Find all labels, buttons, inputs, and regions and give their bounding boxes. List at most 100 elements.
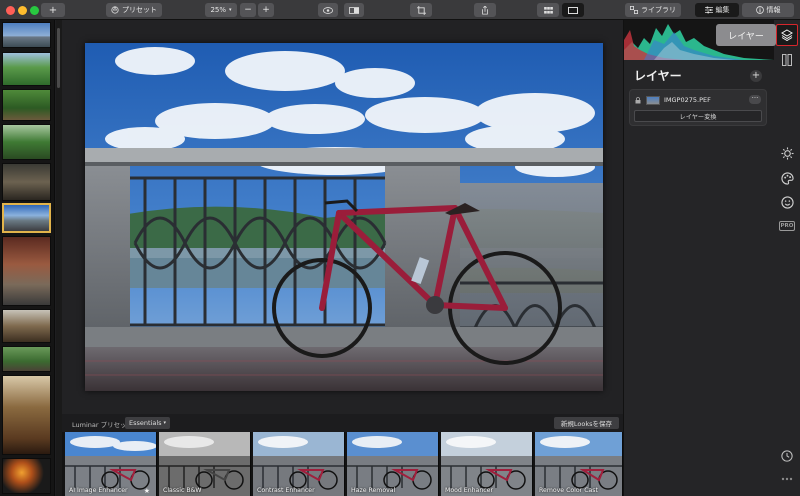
layers-icon <box>781 29 793 41</box>
preset-contrast-enhancer[interactable]: Contrast Enhancer <box>253 432 345 496</box>
presets-label: プリセット <box>122 6 157 14</box>
bicycle-photo <box>85 43 603 391</box>
plus-icon: + <box>48 4 58 16</box>
share-icon <box>482 5 488 14</box>
sliders-icon <box>704 6 713 14</box>
filmstrip-thumbnail[interactable] <box>2 458 51 494</box>
layers-button[interactable] <box>776 24 798 46</box>
filmstrip-thumbnail[interactable] <box>2 163 51 201</box>
lock-icon[interactable] <box>635 97 641 104</box>
more-options-button[interactable] <box>779 474 795 484</box>
top-toolbar: + プリセット 25% ▾ − + ライブラリ 編集 情報 <box>0 0 800 20</box>
filmstrip-thumbnail[interactable] <box>2 124 51 160</box>
share-button[interactable] <box>474 3 496 17</box>
crop-icon <box>416 5 426 15</box>
info-tab[interactable]: 情報 <box>742 3 794 17</box>
layers-panel-title: レイヤー <box>634 69 682 83</box>
presets-category-value: Essentials <box>129 419 162 427</box>
history-button[interactable] <box>779 448 795 464</box>
preset-classic-bw[interactable]: Classic B&W <box>159 432 251 496</box>
filmstrip-thumbnail[interactable] <box>2 375 51 455</box>
filmstrip-thumbnail[interactable] <box>2 22 51 48</box>
save-new-look-button[interactable]: 新規Looksを保存 <box>553 417 619 429</box>
grid-view-button[interactable] <box>537 3 559 17</box>
filmstrip-thumbnail[interactable] <box>2 236 51 306</box>
palette-icon <box>780 171 794 185</box>
pro-tools-button[interactable]: PRO <box>779 221 795 231</box>
presets-title: Luminar プリセット <box>72 421 134 429</box>
filmstrip-thumbnail[interactable] <box>2 52 51 86</box>
presets-header: Luminar プリセット Essentials ▾ 新規Looksを保存 <box>62 414 623 432</box>
filmstrip <box>0 20 55 496</box>
zoom-value: 25% <box>210 6 227 14</box>
layer-item[interactable]: IMGP0275.PEF ··· レイヤー変換 <box>629 89 767 126</box>
preset-ai-image-enhancer[interactable]: AI Image Enhancer ★ <box>65 432 157 496</box>
ellipsis-icon <box>781 477 793 481</box>
close-window-button[interactable] <box>6 6 15 15</box>
face-icon <box>780 195 794 209</box>
aperture-icon <box>111 6 119 14</box>
creative-tools-button[interactable] <box>779 170 795 186</box>
filmstrip-thumbnail[interactable] <box>2 346 51 372</box>
single-image-icon <box>568 6 578 14</box>
preset-label: Remove Color Cast <box>539 487 598 494</box>
panels-icon <box>782 54 792 66</box>
scrollbar-thumb[interactable] <box>57 28 60 88</box>
grid-icon <box>543 6 553 14</box>
layer-more-button[interactable]: ··· <box>749 95 761 104</box>
layer-name: IMGP0275.PEF <box>664 96 711 104</box>
crop-button[interactable] <box>410 3 432 17</box>
info-label: 情報 <box>766 6 781 14</box>
plus-icon: + <box>262 5 270 15</box>
library-icon <box>630 6 638 14</box>
main-photo[interactable] <box>85 43 603 391</box>
preset-label: Mood Enhancer <box>445 487 494 494</box>
zoom-dropdown[interactable]: 25% ▾ <box>205 3 237 17</box>
plus-icon: + <box>751 70 761 81</box>
layer-thumbnail <box>646 96 660 105</box>
compare-split-button[interactable] <box>344 3 364 17</box>
presets-button[interactable]: プリセット <box>106 3 162 17</box>
image-canvas[interactable] <box>62 20 623 414</box>
single-view-button[interactable] <box>562 3 584 17</box>
clock-icon <box>781 450 793 462</box>
chevron-down-icon: ▾ <box>163 420 167 426</box>
filmstrip-thumbnail-selected[interactable] <box>2 203 51 233</box>
essentials-tools-button[interactable] <box>779 145 795 161</box>
minimize-window-button[interactable] <box>18 6 27 15</box>
convert-layer-label: レイヤー変換 <box>679 113 717 121</box>
add-photos-button[interactable]: + <box>41 3 65 17</box>
luminar-window: + プリセット 25% ▾ − + ライブラリ 編集 情報 Luminar プリ… <box>0 0 800 496</box>
preset-mood-enhancer[interactable]: Mood Enhancer <box>441 432 533 496</box>
portrait-tools-button[interactable] <box>779 194 795 210</box>
split-view-icon <box>349 6 359 14</box>
add-layer-button[interactable]: + <box>750 70 762 82</box>
preset-remove-color-cast[interactable]: Remove Color Cast <box>535 432 623 496</box>
layers-tooltip-label: レイヤー <box>728 31 764 42</box>
compare-panel-button[interactable] <box>779 52 795 68</box>
preset-haze-removal[interactable]: Haze Removal <box>347 432 439 496</box>
preset-label: Haze Removal <box>351 487 396 494</box>
zoom-window-button[interactable] <box>30 6 39 15</box>
zoom-in-button[interactable]: + <box>258 3 274 17</box>
preset-label: AI Image Enhancer <box>69 487 128 494</box>
edit-label: 編集 <box>715 6 730 14</box>
library-tab[interactable]: ライブラリ <box>625 3 681 17</box>
preset-label: Classic B&W <box>163 487 202 494</box>
chevron-down-icon: ▾ <box>229 7 232 13</box>
convert-layer-button[interactable]: レイヤー変換 <box>634 110 762 122</box>
star-icon[interactable]: ★ <box>144 487 150 495</box>
presets-strip: AI Image Enhancer ★ Classic B&W Contrast… <box>62 432 623 496</box>
minus-icon: − <box>244 5 252 15</box>
ellipsis-icon: ··· <box>751 94 759 102</box>
library-label: ライブラリ <box>641 6 676 14</box>
filmstrip-thumbnail[interactable] <box>2 89 51 121</box>
edit-tab[interactable]: 編集 <box>695 3 739 17</box>
presets-category-dropdown[interactable]: Essentials ▾ <box>125 417 171 429</box>
filmstrip-thumbnail[interactable] <box>2 309 51 343</box>
before-after-eye-button[interactable] <box>318 3 338 17</box>
pro-label: PRO <box>780 223 794 229</box>
sun-icon <box>780 146 794 160</box>
layers-tooltip: レイヤー <box>716 24 776 46</box>
zoom-out-button[interactable]: − <box>240 3 256 17</box>
